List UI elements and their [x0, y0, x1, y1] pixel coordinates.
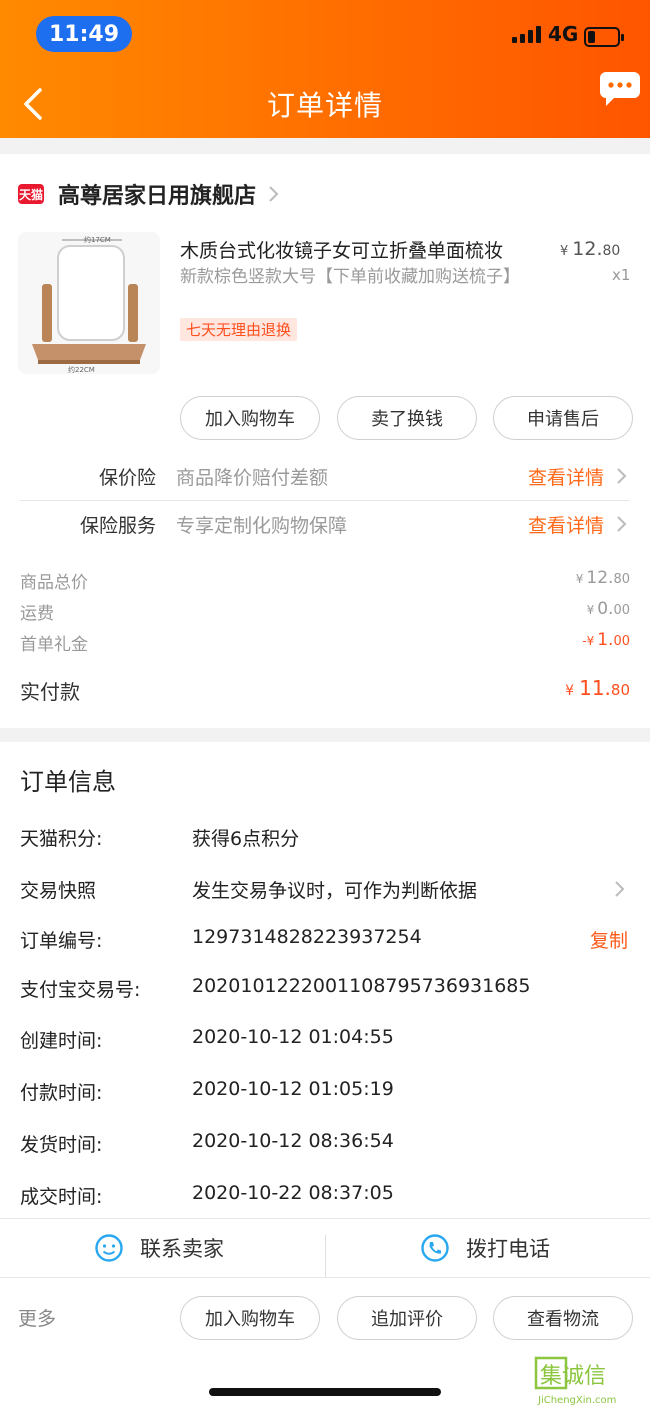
- view-detail-link[interactable]: 查看详情: [528, 463, 604, 490]
- info-label: 交易快照: [20, 880, 97, 902]
- signal-icon: [512, 26, 541, 43]
- watermark-brand: 集诚信: [540, 1364, 606, 1389]
- shop-row[interactable]: 天猫 高尊居家日用旗舰店: [18, 178, 280, 210]
- summary-value-total: ¥12.80: [575, 568, 630, 588]
- info-value: 2020101222001108795736931685: [192, 975, 531, 997]
- add-to-cart-button[interactable]: 加入购物车: [180, 396, 320, 440]
- copy-button[interactable]: 复制: [590, 926, 628, 953]
- info-label: 订单编号:: [20, 930, 103, 952]
- summary-value-shipping: ¥0.00: [586, 599, 630, 619]
- insurance-desc: 专享定制化购物保障: [176, 514, 348, 537]
- order-item-card: 天猫 高尊居家日用旗舰店 约17CM 约22CM 木质台式化妆镜子女可立折叠单面…: [0, 154, 650, 728]
- info-value: 2020-10-22 08:37:05: [192, 1182, 394, 1204]
- add-review-button[interactable]: 追加评价: [337, 1296, 477, 1340]
- product-sku: 新款棕色竖款大号【下单前收藏加购送梳子】: [180, 267, 520, 287]
- network-label: 4G: [548, 22, 579, 46]
- info-label: 成交时间:: [20, 1186, 103, 1208]
- info-value: 发生交易争议时，可作为判断依据: [192, 880, 478, 902]
- insurance-row-service[interactable]: 保险服务 专享定制化购物保障 查看详情: [0, 500, 650, 548]
- product-price: ¥12.80: [560, 238, 621, 260]
- contact-seller-label: 联系卖家: [140, 1237, 224, 1261]
- order-detail-page: 11:49 4G 订单详情 天猫 高尊居家日用旗舰店 约17CM 约22CM 木…: [0, 0, 650, 1406]
- divider: [325, 1235, 326, 1279]
- insurance-desc: 商品降价赔付差额: [176, 466, 329, 489]
- header: 11:49 4G 订单详情: [0, 0, 650, 138]
- contact-seller-button[interactable]: 联系卖家: [94, 1219, 224, 1277]
- summary-label-total: 商品总价: [20, 573, 88, 593]
- order-number: 1297314828223937254: [192, 926, 422, 948]
- summary-value-gift: -¥ 1.00: [582, 630, 630, 650]
- info-label: 天猫积分:: [20, 828, 103, 850]
- product-image[interactable]: 约17CM 约22CM: [18, 232, 160, 374]
- add-to-cart-bottom-button[interactable]: 加入购物车: [180, 1296, 320, 1340]
- smile-chat-icon: [95, 1234, 123, 1262]
- product-title[interactable]: 木质台式化妆镜子女可立折叠单面梳妆: [180, 236, 540, 263]
- paid-value: ¥11.80: [565, 676, 630, 700]
- info-label: 付款时间:: [20, 1082, 103, 1104]
- message-icon[interactable]: [600, 68, 640, 108]
- chevron-right-icon: [615, 881, 625, 897]
- home-indicator[interactable]: [209, 1388, 441, 1396]
- product-qty: x1: [612, 266, 631, 284]
- resell-button[interactable]: 卖了换钱: [337, 396, 477, 440]
- shop-name[interactable]: 高尊居家日用旗舰店: [58, 178, 256, 210]
- view-logistics-button[interactable]: 查看物流: [493, 1296, 633, 1340]
- tmall-logo-icon: 天猫: [18, 184, 44, 204]
- info-label: 创建时间:: [20, 1030, 103, 1052]
- more-button[interactable]: 更多: [18, 1304, 56, 1331]
- battery-icon: [584, 27, 624, 47]
- image-label-bottom: 约22CM: [68, 365, 95, 374]
- watermark-url: JiChengXin.com: [537, 1395, 616, 1406]
- return-policy-badge: 七天无理由退换: [180, 318, 298, 341]
- status-time: 11:49: [36, 16, 132, 52]
- info-label: 发货时间:: [20, 1134, 103, 1156]
- order-info-card: 订单信息 天猫积分: 获得6点积分 交易快照 发生交易争议时，可作为判断依据 订…: [0, 742, 650, 1277]
- after-sale-button[interactable]: 申请售后: [493, 396, 633, 440]
- chevron-right-icon: [617, 516, 627, 532]
- paid-label: 实付款: [20, 680, 80, 704]
- page-title: 订单详情: [266, 89, 383, 122]
- summary-label-shipping: 运费: [20, 604, 54, 624]
- watermark-logo: 集诚信 JiChengXin.com: [534, 1356, 616, 1406]
- info-value: 2020-10-12 01:04:55: [192, 1026, 394, 1048]
- insurance-row-price[interactable]: 保价险 商品降价赔付差额 查看详情: [0, 452, 650, 500]
- order-info-title: 订单信息: [20, 768, 116, 796]
- insurance-label: 保险服务: [79, 514, 156, 537]
- call-phone-label: 拨打电话: [466, 1237, 550, 1261]
- phone-icon: [421, 1234, 449, 1262]
- info-label: 支付宝交易号:: [20, 979, 141, 1001]
- info-value: 获得6点积分: [192, 828, 300, 850]
- summary-label-gift: 首单礼金: [20, 635, 88, 655]
- view-detail-link[interactable]: 查看详情: [528, 511, 604, 538]
- chevron-right-icon: [269, 186, 279, 202]
- insurance-label: 保价险: [98, 466, 156, 489]
- image-label-top: 约17CM: [84, 235, 111, 244]
- info-value: 2020-10-12 01:05:19: [192, 1078, 394, 1100]
- chevron-right-icon: [617, 468, 627, 484]
- info-value: 2020-10-12 08:36:54: [192, 1130, 394, 1152]
- call-phone-button[interactable]: 拨打电话: [420, 1219, 550, 1277]
- contact-bar: 联系卖家 拨打电话: [0, 1218, 650, 1279]
